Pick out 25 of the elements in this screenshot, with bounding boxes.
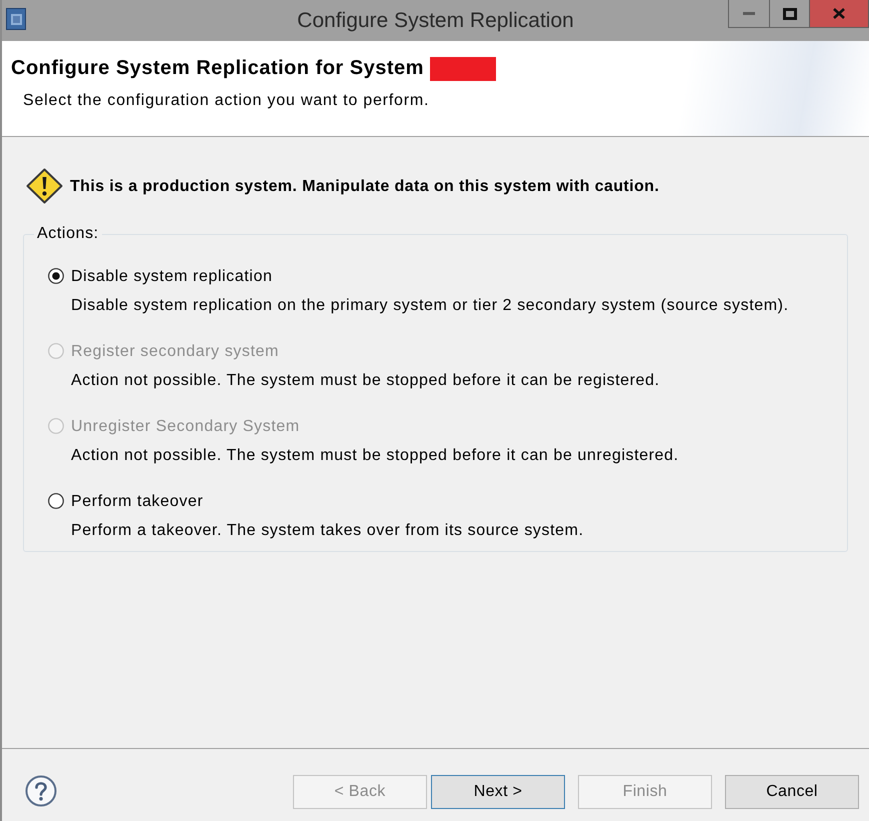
option-description: Action not possible. The system must be stopped before it can be unregistered. bbox=[71, 446, 679, 466]
group-legend: Actions: bbox=[34, 224, 102, 244]
radio-label[interactable]: Perform takeover bbox=[71, 490, 204, 512]
header-title: Configure System Replication for System bbox=[11, 56, 424, 81]
close-button[interactable] bbox=[810, 0, 869, 28]
maximize-icon bbox=[782, 8, 796, 20]
radio-label[interactable]: Disable system replication bbox=[71, 266, 272, 286]
warning-message: This is a production system. Manipulate data on this system with caution. bbox=[70, 176, 660, 196]
window-icon bbox=[6, 8, 26, 30]
warning-icon bbox=[26, 168, 63, 204]
option-description: Action not possible. The system must be stopped before it can be registered. bbox=[71, 371, 660, 391]
help-icon[interactable] bbox=[25, 775, 57, 807]
wizard-button[interactable]: Cancel bbox=[725, 775, 859, 809]
close-icon bbox=[833, 8, 845, 19]
option-description: Disable system replication on the primary system or tier 2 secondary system (source system). bbox=[71, 296, 789, 316]
option-description: Perform a takeover. The system takes over from its source system. bbox=[71, 521, 584, 541]
radio-button[interactable] bbox=[48, 268, 64, 284]
maximize-button[interactable] bbox=[770, 0, 810, 28]
wizard-button[interactable]: Next > bbox=[431, 775, 565, 809]
radio-label: Unregister Secondary System bbox=[71, 416, 300, 436]
header-description: Select the configuration action you want to perform. bbox=[23, 91, 430, 111]
minimize-icon bbox=[743, 12, 755, 15]
radio-label: Register secondary system bbox=[71, 342, 279, 362]
window-title: Configure System Replication bbox=[297, 8, 574, 34]
radio-button[interactable] bbox=[48, 493, 64, 509]
